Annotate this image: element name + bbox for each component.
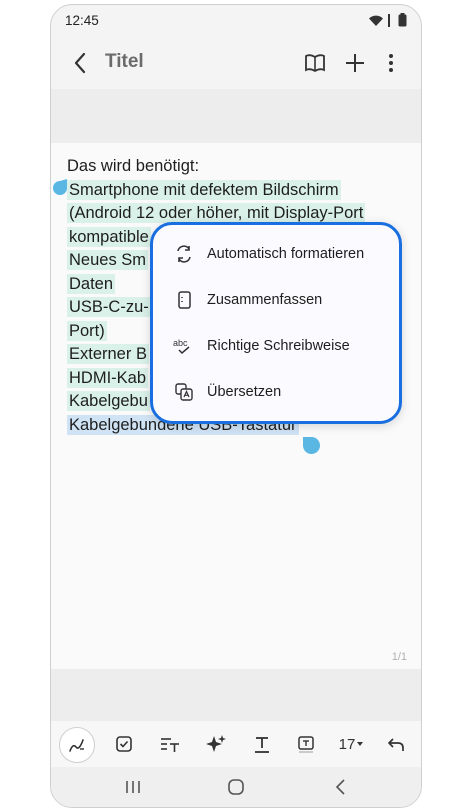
- status-icons: [368, 13, 407, 27]
- selected-text: USB-C-zu-H: [67, 297, 163, 317]
- text-box-button[interactable]: [291, 729, 321, 759]
- menu-label: Übersetzen: [207, 384, 282, 400]
- checkbox-icon: [116, 736, 132, 752]
- selection-end-handle[interactable]: [303, 437, 321, 457]
- selected-text: Kabelgebu: [67, 391, 150, 411]
- selection-start-handle[interactable]: [53, 179, 67, 195]
- home-button[interactable]: [224, 775, 248, 799]
- undo-button[interactable]: [381, 729, 411, 759]
- chevron-left-icon: [74, 52, 86, 74]
- handwriting-button[interactable]: [59, 727, 95, 763]
- translate-icon: [173, 381, 195, 403]
- menu-item-summarize[interactable]: Zusammenfassen: [153, 277, 399, 323]
- recent-apps-button[interactable]: [121, 775, 145, 799]
- book-icon: [305, 54, 325, 73]
- system-nav-bar: [51, 767, 421, 807]
- summarize-icon: [173, 289, 195, 311]
- text-format-button[interactable]: [247, 729, 277, 759]
- system-back-button[interactable]: [329, 775, 353, 799]
- back-button[interactable]: [69, 49, 93, 77]
- selected-text: Port): [67, 320, 107, 341]
- menu-item-auto-format[interactable]: Automatisch formatieren: [153, 231, 399, 277]
- menu-item-translate[interactable]: Übersetzen: [153, 369, 399, 415]
- spell-check-icon: abc: [173, 335, 195, 357]
- format-toolbar: 17: [51, 721, 421, 767]
- text-style-icon: [161, 738, 179, 752]
- auto-format-icon: [173, 243, 195, 265]
- menu-item-spell-check[interactable]: abc Richtige Schreibweise: [153, 323, 399, 369]
- ai-assist-button[interactable]: [201, 729, 231, 759]
- top-strip: [51, 89, 421, 143]
- font-size-dropdown[interactable]: 17: [335, 729, 369, 759]
- chevron-left-icon: [335, 779, 345, 795]
- battery-icon: [398, 13, 407, 27]
- undo-icon: [388, 738, 404, 751]
- selected-text: kompatible: [67, 226, 151, 247]
- status-time: 12:45: [65, 13, 99, 28]
- pen-icon: [69, 739, 84, 752]
- text-style-button[interactable]: [155, 729, 185, 759]
- font-size-value: 17: [338, 735, 356, 753]
- selected-text: Neues Sm: [67, 250, 149, 270]
- note-line-text: Das wird benötigt:: [67, 157, 200, 175]
- selected-text: Smartphone mit defektem Bildschirm: [67, 179, 341, 200]
- status-bar: 12:45: [51, 5, 421, 37]
- selected-text: (Android 12 oder höher, mit Display-Port: [67, 203, 366, 223]
- sparkle-icon: [206, 735, 226, 752]
- ai-actions-popup: Automatisch formatieren Zusammenfassen a…: [150, 222, 402, 424]
- more-vertical-icon: [389, 54, 393, 72]
- svg-text:abc: abc: [173, 338, 188, 348]
- menu-label: Automatisch formatieren: [207, 246, 365, 262]
- checkbox-button[interactable]: [109, 729, 139, 759]
- reading-mode-button[interactable]: [301, 49, 329, 77]
- selection-handle-icon: [303, 437, 320, 454]
- note-title[interactable]: Titel: [105, 51, 144, 73]
- menu-label: Richtige Schreibweise: [207, 338, 350, 354]
- recent-apps-icon: [126, 781, 140, 793]
- note-line: Das wird benötigt:: [67, 155, 407, 179]
- selected-text: HDMI-Kab: [67, 367, 149, 388]
- more-options-button[interactable]: [377, 49, 405, 77]
- selected-text: Daten: [67, 273, 116, 294]
- page-indicator: 1/1: [391, 651, 407, 663]
- caret-down-icon: [357, 742, 364, 746]
- add-button[interactable]: [341, 49, 369, 77]
- menu-label: Zusammenfassen: [207, 292, 323, 308]
- app-bar: Titel: [51, 37, 421, 89]
- note-line: Smartphone mit defektem Bildschirm: [67, 179, 407, 203]
- bottom-strip: [51, 669, 421, 721]
- selection-handle-icon: [53, 179, 67, 195]
- signal-icon: [388, 13, 390, 27]
- home-icon: [228, 779, 244, 795]
- wifi-icon: [369, 15, 383, 26]
- text-box-icon: [298, 736, 314, 753]
- selected-text: Externer B: [67, 344, 149, 364]
- plus-icon: [346, 54, 364, 72]
- underline-text-icon: [255, 737, 269, 753]
